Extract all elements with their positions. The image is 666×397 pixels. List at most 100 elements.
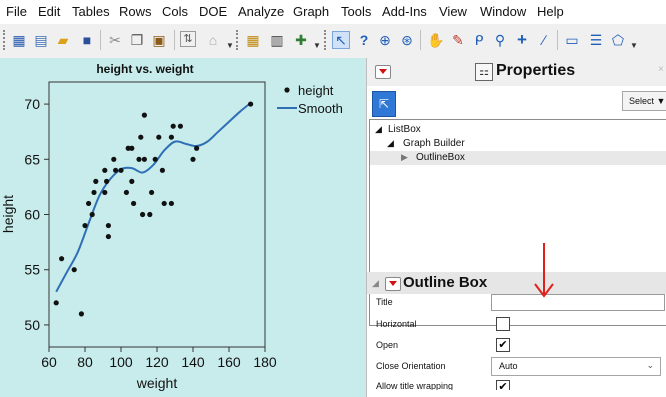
data-point[interactable] [91, 189, 97, 196]
data-point[interactable] [156, 134, 162, 140]
data-point[interactable] [194, 145, 200, 151]
menu-cols[interactable]: Cols [162, 4, 188, 19]
hand-icon[interactable]: ✋ [427, 31, 445, 49]
menu-tables[interactable]: Tables [72, 4, 110, 19]
data-point[interactable] [131, 200, 137, 207]
data-point[interactable] [136, 156, 142, 162]
data-point[interactable] [93, 178, 99, 184]
data-point[interactable] [78, 311, 84, 317]
outline-menu-button[interactable] [385, 277, 401, 291]
data-point[interactable] [59, 256, 65, 262]
collapse-triangle-icon[interactable]: ◢ [372, 278, 379, 289]
data-point[interactable] [141, 112, 147, 118]
data-point[interactable] [159, 167, 165, 173]
data-point[interactable] [147, 211, 153, 218]
data-point[interactable] [53, 300, 59, 306]
menu-add-ins[interactable]: Add-Ins [382, 4, 427, 19]
chevron-down-icon[interactable]: ▼ [226, 41, 234, 50]
data-point[interactable] [129, 145, 135, 151]
tree-item-listbox[interactable]: ListBox [388, 124, 421, 135]
chevron-down-icon[interactable]: ▼ [313, 41, 321, 50]
magnifier-icon[interactable]: ⚲ [491, 31, 509, 49]
open-folder-icon[interactable]: ▰ [54, 31, 72, 49]
data-point[interactable] [170, 123, 176, 129]
menu-tools[interactable]: Tools [341, 4, 371, 19]
tree-item-outlinebox[interactable]: OutlineBox [416, 152, 465, 163]
chevron-down-icon[interactable]: ▼ [630, 41, 638, 50]
open-checkbox[interactable]: ✔ [496, 338, 510, 352]
menu-doe[interactable]: DOE [199, 4, 227, 19]
data-point[interactable] [152, 156, 158, 162]
data-point[interactable] [71, 267, 77, 273]
menu-window[interactable]: Window [480, 4, 526, 19]
menu-edit[interactable]: Edit [38, 4, 60, 19]
close-icon[interactable]: × [658, 64, 664, 75]
save-icon[interactable]: ■ [78, 31, 96, 49]
tree-item-graph-builder[interactable]: Graph Builder [403, 138, 465, 149]
data-point[interactable] [161, 200, 167, 207]
lasso-select-icon[interactable]: ᑭ [470, 31, 488, 49]
data-point[interactable] [248, 101, 254, 107]
data-point[interactable] [82, 222, 88, 229]
new-script-icon[interactable]: ▤ [32, 31, 50, 49]
help-pointer-icon[interactable]: ? [355, 31, 373, 49]
data-point[interactable] [140, 211, 146, 218]
copy-icon[interactable]: ❐ [128, 31, 146, 49]
data-point[interactable] [141, 156, 147, 162]
data-point[interactable] [177, 123, 183, 129]
data-point[interactable] [105, 222, 111, 229]
toolbar-grip[interactable] [3, 30, 8, 50]
data-point[interactable] [105, 233, 111, 240]
menu-rows[interactable]: Rows [119, 4, 152, 19]
data-point[interactable] [190, 156, 196, 162]
data-view-icon[interactable]: ⇅ [180, 31, 196, 47]
text-annotation-icon[interactable]: ▭ [563, 31, 581, 49]
data-point[interactable] [149, 189, 155, 196]
line-icon[interactable]: ∕ [535, 31, 553, 49]
data-point[interactable] [89, 211, 95, 218]
lasso-icon[interactable]: ⊛ [398, 31, 416, 49]
data-point[interactable] [104, 178, 110, 184]
data-point[interactable] [168, 134, 174, 140]
crosshair-icon[interactable]: ⊕ [376, 31, 394, 49]
menu-file[interactable]: File [6, 4, 27, 19]
collapse-triangle-icon[interactable]: ◢ [375, 124, 382, 135]
toolbar-grip[interactable] [236, 30, 241, 50]
data-point[interactable] [129, 178, 135, 184]
new-data-table-icon[interactable]: ▦ [10, 31, 28, 49]
data-point[interactable] [113, 167, 119, 173]
select-dropdown-button[interactable]: Select ▼ [622, 91, 666, 111]
menu-analyze[interactable]: Analyze [238, 4, 284, 19]
data-point[interactable] [138, 134, 144, 140]
allow-title-wrapping-checkbox[interactable]: ✔ [496, 380, 510, 390]
close-orientation-select[interactable]: Auto ⌄ [491, 357, 661, 376]
plus-icon[interactable]: + [513, 31, 531, 49]
data-point[interactable] [168, 200, 174, 207]
paste-icon[interactable]: ▣ [150, 31, 168, 49]
arrow-cursor-icon[interactable]: ↖ [332, 31, 350, 49]
toolbar-grip[interactable] [324, 30, 329, 50]
lines-icon[interactable]: ☰ [587, 31, 605, 49]
data-point[interactable] [102, 167, 108, 173]
data-point[interactable] [111, 156, 117, 162]
brush-icon[interactable]: ✎ [449, 31, 467, 49]
polygon-icon[interactable]: ⬠ [609, 31, 627, 49]
horizontal-checkbox[interactable] [496, 317, 510, 331]
properties-menu-button[interactable] [375, 65, 391, 79]
title-input[interactable] [491, 294, 665, 311]
data-point[interactable] [123, 189, 129, 196]
selection-arrow-icon[interactable]: ⇱ [372, 91, 396, 117]
lock-icon[interactable]: ⌂ [204, 31, 222, 49]
data-point[interactable] [102, 189, 108, 196]
tree-icon[interactable]: ✚ [292, 31, 310, 49]
data-point[interactable] [118, 167, 124, 173]
menu-help[interactable]: Help [537, 4, 564, 19]
menu-graph[interactable]: Graph [293, 4, 329, 19]
cut-icon[interactable]: ✂ [106, 31, 124, 49]
menu-view[interactable]: View [439, 4, 467, 19]
bar-chart-icon[interactable]: ▥ [268, 31, 286, 49]
grid-icon[interactable]: ▦ [244, 31, 262, 49]
expand-triangle-icon[interactable]: ▶ [401, 152, 408, 163]
data-point[interactable] [86, 200, 92, 207]
collapse-triangle-icon[interactable]: ◢ [387, 138, 394, 149]
